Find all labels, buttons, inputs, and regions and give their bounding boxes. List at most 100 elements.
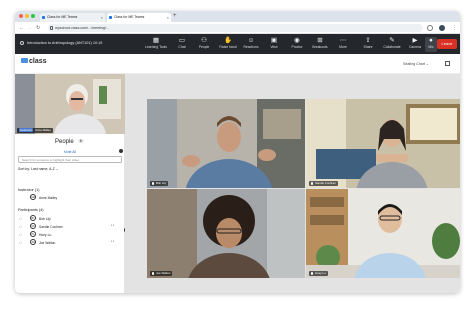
hand-icon: ☐	[19, 233, 22, 237]
close-window-button[interactable]	[19, 14, 23, 18]
browser-tab[interactable]: Class for ME Teams ×	[40, 13, 105, 22]
raise-hand-button[interactable]: ✋ Raise hand	[215, 37, 241, 52]
new-tab-button[interactable]: +	[173, 12, 177, 21]
hand-icon: ☐	[19, 225, 22, 229]
reactions-button[interactable]: ☺ Reactions	[240, 37, 262, 52]
logo-mark-icon	[21, 58, 28, 63]
mic-icon	[152, 271, 154, 275]
url-field[interactable]: myschool.class.com/.../meeting/...	[48, 24, 423, 32]
instructor-section-header: Instructor (1)	[18, 188, 40, 192]
people-search-input[interactable]: Search for someone to highlight their vi…	[18, 156, 122, 163]
participant-controls-icon[interactable]: ▪ ▪	[111, 223, 114, 227]
collaborate-icon: ✎	[389, 37, 395, 44]
list-item[interactable]: ☐ BL Bob Lily	[18, 215, 122, 222]
video-stage: Bob Lily Sandie Cochran Joe Walton Huey …	[125, 74, 460, 293]
maximize-window-button[interactable]	[31, 14, 35, 18]
mic-icon: ●	[429, 37, 433, 44]
list-item[interactable]: AM Anne Malley	[18, 194, 122, 201]
list-item[interactable]: ☐ SC Sandie Cochran ▪ ▪	[18, 223, 122, 230]
tab-close-icon[interactable]: ×	[101, 13, 103, 22]
tab-close-icon[interactable]: ×	[167, 13, 169, 22]
profile-avatar-icon[interactable]	[439, 25, 445, 31]
share-icon: ⇪	[365, 37, 371, 44]
seating-chart-dropdown[interactable]: Seating Chart ⌄	[403, 62, 429, 66]
learning-tools-button[interactable]: ▦ Learning Tools	[142, 37, 170, 52]
address-bar-row: ← → ↻ myschool.class.com/.../meeting/...…	[15, 22, 460, 34]
info-icon[interactable]	[119, 149, 123, 153]
view-button[interactable]: ▣ View	[263, 37, 285, 52]
video-tile[interactable]: Bob Lily	[147, 99, 305, 188]
participant-controls-icon[interactable]: ▪ ▪	[111, 239, 114, 243]
video-feed-image	[147, 99, 305, 188]
reactions-icon: ☺	[247, 37, 255, 44]
lock-icon	[50, 26, 53, 30]
video-feed-image	[306, 189, 460, 278]
share-button[interactable]: ⇪ Share	[357, 37, 379, 52]
sort-by-control[interactable]: Sort by: Last name, A-Z ⌄	[18, 167, 59, 171]
chevron-down-icon: ⌄	[55, 167, 59, 171]
self-video-tile[interactable]: Instructor Anne Malley	[15, 74, 125, 134]
video-name-tag: Huey Lu	[309, 271, 328, 276]
avatar: HL	[30, 231, 36, 237]
back-icon[interactable]: ←	[19, 24, 24, 32]
tab-strip: Class for ME Teams × Class for ME Teams …	[15, 11, 460, 22]
proctor-button[interactable]: ◉ Proctor	[286, 37, 308, 52]
participant-name: Bob Lily	[39, 216, 51, 221]
people-button[interactable]: ⚇ People	[193, 37, 215, 52]
hand-icon: ☐	[19, 217, 22, 221]
mic-icon	[311, 271, 313, 275]
people-icon: ⚇	[201, 37, 207, 44]
list-item[interactable]: ☐ JW Joe Walton ▪ ▪	[18, 239, 122, 246]
popout-icon[interactable]	[445, 61, 450, 66]
minimize-window-button[interactable]	[25, 14, 29, 18]
chat-button[interactable]: ▭ Chat	[171, 37, 193, 52]
self-name-tag: Instructor Anne Malley	[17, 128, 53, 133]
avatar: AM	[30, 194, 36, 200]
participant-name: Huey Lu	[39, 232, 52, 237]
participants-section-header: Participants (4)	[18, 208, 44, 212]
video-name-tag: Bob Lily	[150, 181, 169, 186]
tab-title: Class for ME Teams	[47, 15, 78, 19]
star-icon[interactable]	[427, 25, 433, 31]
tab-favicon-icon	[42, 16, 45, 19]
class-logo: class	[21, 58, 47, 65]
reload-icon[interactable]: ↻	[36, 24, 40, 32]
participant-name: Joe Walton	[39, 240, 56, 245]
chevron-down-icon: ⌄	[425, 62, 429, 66]
browser-menu-icon[interactable]: ⋮	[452, 24, 457, 32]
browser-tab-active[interactable]: Class for ME Teams ×	[107, 13, 171, 22]
video-tile[interactable]: Sandie Cochran	[306, 99, 460, 188]
camera-button[interactable]: ▶ Camera	[404, 37, 426, 52]
learning-tools-icon: ▦	[152, 37, 160, 44]
proctor-icon: ◉	[294, 37, 300, 44]
mic-icon	[152, 181, 154, 185]
mute-all-link[interactable]: Mute All	[64, 150, 76, 154]
avatar: SC	[30, 223, 36, 229]
browser-window: Class for ME Teams × Class for ME Teams …	[15, 11, 460, 293]
video-tile[interactable]: Joe Walton	[147, 189, 305, 278]
hand-icon: ☐	[19, 241, 22, 245]
video-name-tag: Sandie Cochran	[309, 181, 338, 186]
forward-icon[interactable]: →	[27, 24, 32, 32]
video-feed-image	[306, 99, 460, 188]
collaborate-button[interactable]: ✎ Collaborate	[379, 37, 405, 52]
leave-button[interactable]: Leave	[437, 39, 457, 49]
mic-button[interactable]: ● Mic	[425, 37, 437, 52]
settings-gear-icon[interactable]	[20, 41, 24, 45]
view-icon: ▣	[270, 37, 278, 44]
video-feed-image	[147, 189, 305, 278]
avatar: JW	[30, 239, 36, 245]
list-item[interactable]: ☐ HL Huey Lu	[18, 231, 122, 238]
video-name-tag: Joe Walton	[150, 271, 173, 276]
course-title-text: Introduction to Anthropology (ANT101) 10…	[27, 41, 103, 45]
video-tile[interactable]: Huey Lu	[306, 189, 460, 278]
more-icon: ⋯	[339, 37, 347, 44]
breakouts-button[interactable]: ⊞ Breakouts	[308, 37, 332, 52]
people-count-badge: 6	[77, 139, 84, 144]
course-title: Introduction to Anthropology (ANT101) 10…	[20, 41, 102, 45]
people-title: People 6	[55, 139, 84, 145]
tab-title: Class for ME Teams	[114, 15, 145, 19]
breakouts-icon: ⊞	[317, 37, 323, 44]
more-button[interactable]: ⋯ More	[332, 37, 354, 52]
avatar: BL	[30, 215, 36, 221]
